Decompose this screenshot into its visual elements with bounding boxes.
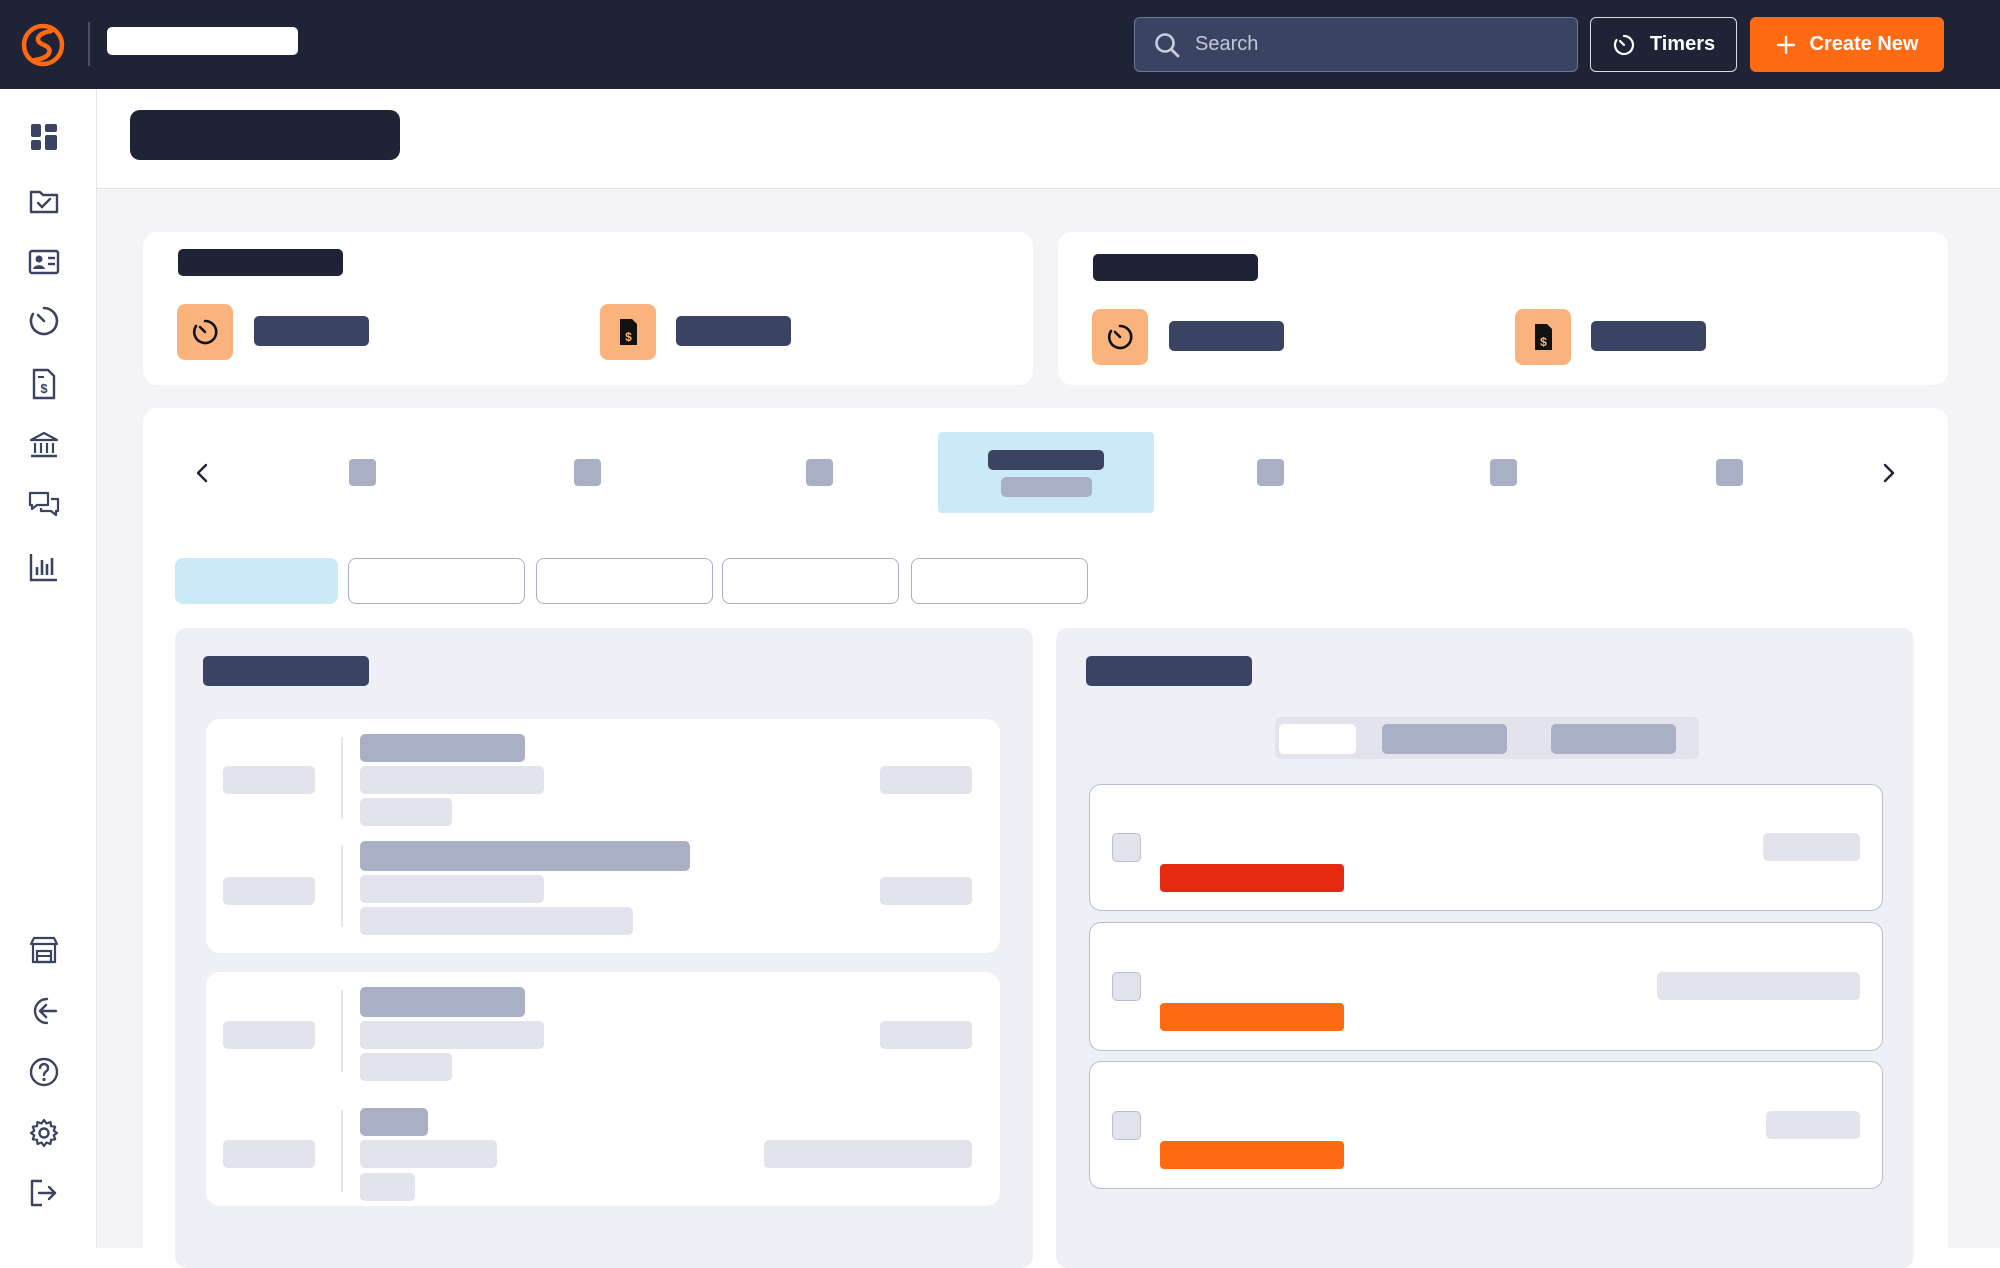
timeline-divider	[341, 737, 343, 819]
invoice-stat-icon: $	[600, 304, 656, 360]
selected-day-label	[988, 450, 1104, 470]
timeline-divider	[341, 845, 343, 927]
chat-icon[interactable]	[27, 488, 61, 522]
priority-tag	[1160, 1141, 1344, 1169]
activity-group	[206, 972, 1000, 1206]
activity-amount	[880, 1021, 972, 1049]
search-icon	[1155, 32, 1180, 57]
svg-text:$: $	[40, 381, 48, 396]
bank-icon[interactable]	[27, 428, 61, 462]
day-item[interactable]	[1716, 459, 1743, 486]
activity-amount	[764, 1140, 972, 1168]
chevron-right-icon[interactable]	[1874, 458, 1904, 488]
create-new-button[interactable]: Create New	[1750, 17, 1944, 72]
dashboard-icon[interactable]	[27, 120, 61, 154]
logo-divider	[88, 22, 90, 66]
invoice-icon[interactable]: $	[27, 367, 61, 401]
filter-tab[interactable]	[722, 558, 899, 604]
task-checkbox[interactable]	[1112, 972, 1141, 1001]
invoice-stat-value	[1591, 321, 1706, 351]
day-item[interactable]	[349, 459, 376, 486]
activity-title	[360, 841, 690, 871]
activity-time	[223, 766, 315, 794]
activity-subtitle	[360, 1140, 497, 1168]
task-due	[1763, 833, 1860, 861]
task-checkbox[interactable]	[1112, 1111, 1141, 1140]
summary-card-title	[1093, 254, 1258, 281]
timer-icon[interactable]	[27, 304, 61, 338]
priority-tag	[1160, 1003, 1344, 1031]
activity-panel-title	[203, 656, 369, 686]
timer-icon	[1613, 34, 1634, 55]
activity-time	[223, 877, 315, 905]
contacts-icon[interactable]	[27, 245, 61, 279]
timer-stat-icon	[177, 304, 233, 360]
timer-stat-value	[254, 316, 369, 346]
selected-day-date	[1001, 477, 1092, 497]
app-logo-icon[interactable]	[20, 22, 66, 68]
tasks-icon[interactable]	[27, 183, 61, 217]
top-bar: Timers Create New	[0, 0, 2000, 89]
activity-title	[360, 987, 525, 1017]
timers-button[interactable]: Timers	[1590, 17, 1737, 72]
timer-stat-value	[1169, 321, 1284, 351]
day-item[interactable]	[806, 459, 833, 486]
search-box[interactable]	[1134, 17, 1578, 72]
activity-subtitle	[360, 1021, 544, 1049]
filter-tab[interactable]	[348, 558, 525, 604]
activity-time	[223, 1021, 315, 1049]
filter-tab[interactable]	[536, 558, 713, 604]
svg-text:$: $	[1540, 335, 1547, 349]
filter-tab[interactable]	[911, 558, 1088, 604]
timer-stat-icon	[1092, 309, 1148, 365]
workspace-name[interactable]	[107, 27, 298, 55]
page-title	[130, 110, 400, 160]
priority-tag	[1160, 864, 1344, 892]
activity-amount	[880, 877, 972, 905]
activity-amount	[880, 766, 972, 794]
invoice-stat-value	[676, 316, 791, 346]
reports-icon[interactable]	[27, 550, 61, 584]
help-icon[interactable]	[27, 1055, 61, 1089]
activity-title	[360, 1108, 428, 1136]
segment-option[interactable]	[1382, 724, 1507, 754]
activity-meta	[360, 798, 452, 826]
chevron-left-icon[interactable]	[187, 458, 217, 488]
task-card[interactable]	[1089, 1061, 1883, 1189]
activity-meta	[360, 1053, 452, 1081]
timeline-divider	[341, 1110, 343, 1192]
segment-option-active[interactable]	[1279, 724, 1356, 754]
day-item[interactable]	[574, 459, 601, 486]
activity-meta	[360, 1173, 415, 1201]
svg-text:$: $	[625, 330, 632, 344]
segment-option[interactable]	[1551, 724, 1676, 754]
activity-subtitle	[360, 766, 544, 794]
activity-meta	[360, 907, 633, 935]
activity-time	[223, 1140, 315, 1168]
task-checkbox[interactable]	[1112, 833, 1141, 862]
search-input[interactable]	[1195, 33, 1535, 56]
tasks-panel-title	[1086, 656, 1252, 686]
create-new-label: Create New	[1809, 33, 1919, 55]
store-icon[interactable]	[27, 933, 61, 967]
summary-card-title	[178, 249, 343, 276]
task-due	[1657, 972, 1860, 1000]
day-item-selected[interactable]	[938, 432, 1154, 513]
settings-icon[interactable]	[27, 1116, 61, 1150]
timeline-divider	[341, 990, 343, 1072]
day-item[interactable]	[1257, 459, 1284, 486]
task-due	[1766, 1111, 1860, 1139]
activity-subtitle	[360, 875, 544, 903]
back-icon[interactable]	[27, 994, 61, 1028]
timers-label: Timers	[1649, 33, 1716, 55]
plus-icon	[1776, 35, 1795, 54]
filter-tab-active[interactable]	[175, 558, 338, 604]
day-item[interactable]	[1490, 459, 1517, 486]
logout-icon[interactable]	[27, 1176, 61, 1210]
activity-title	[360, 734, 525, 762]
invoice-stat-icon: $	[1515, 309, 1571, 365]
